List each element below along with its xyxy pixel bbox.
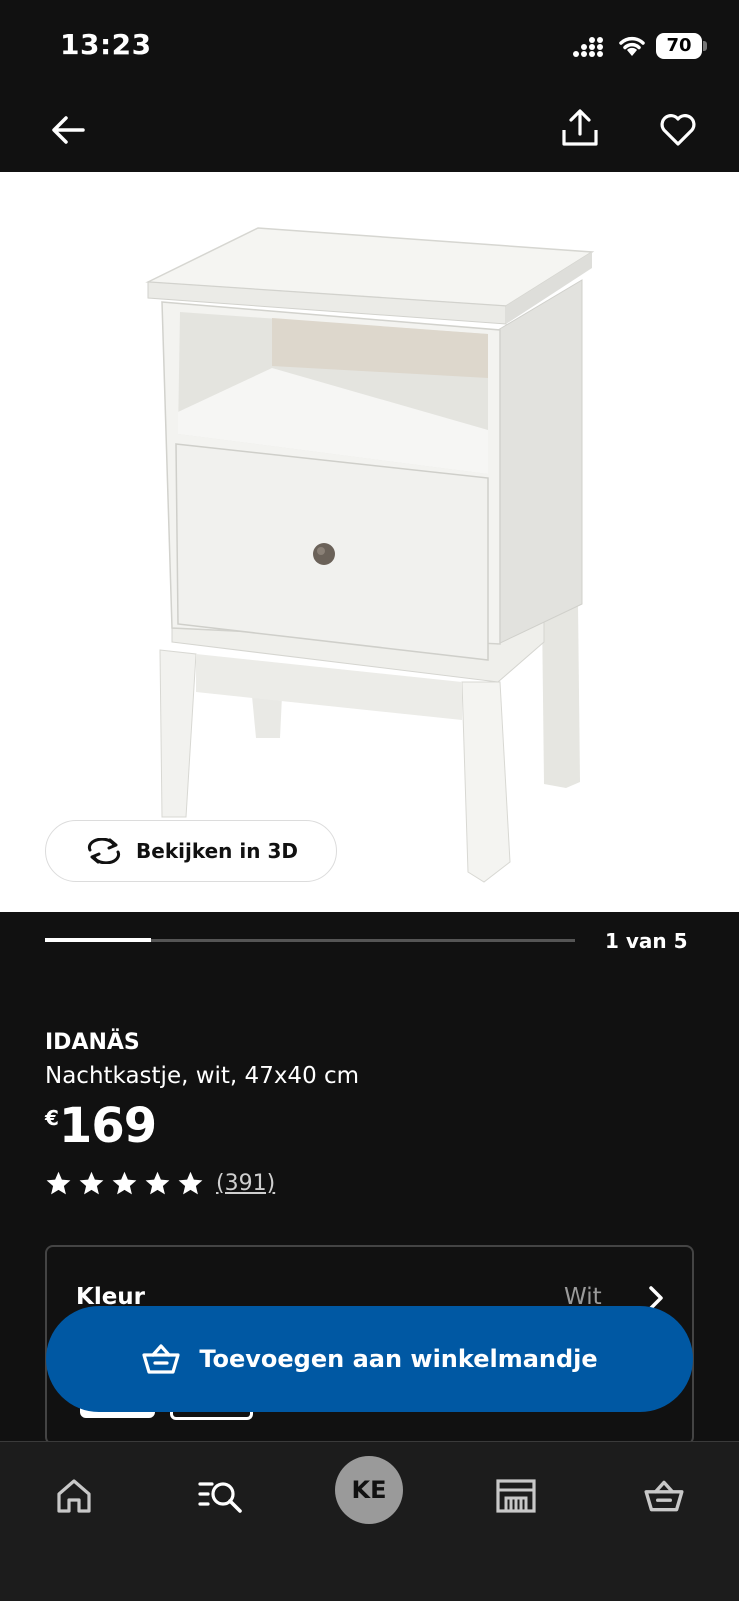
add-to-cart-button[interactable]: Toevoegen aan winkelmandje bbox=[46, 1306, 693, 1412]
share-button[interactable] bbox=[556, 104, 604, 152]
back-button[interactable] bbox=[44, 106, 92, 154]
share-icon bbox=[562, 109, 598, 146]
review-count-link[interactable]: (391) bbox=[216, 1171, 275, 1196]
back-arrow-icon bbox=[52, 116, 85, 144]
view-3d-label: Bekijken in 3D bbox=[136, 839, 298, 863]
product-rating[interactable]: (391) bbox=[45, 1170, 275, 1197]
heart-icon bbox=[660, 114, 696, 146]
tab-search[interactable] bbox=[192, 1466, 252, 1526]
signal-icon bbox=[573, 37, 603, 57]
star-icon bbox=[178, 1171, 203, 1195]
rotate-3d-icon bbox=[87, 838, 121, 864]
star-icon bbox=[145, 1171, 170, 1195]
search-list-icon bbox=[198, 1482, 242, 1513]
status-time: 13:23 bbox=[60, 28, 152, 61]
tab-cart[interactable] bbox=[634, 1466, 694, 1526]
battery-indicator: 70 bbox=[656, 33, 702, 59]
store-icon bbox=[496, 1479, 536, 1513]
battery-cap bbox=[703, 41, 707, 51]
wifi-icon bbox=[619, 36, 645, 56]
star-icon bbox=[46, 1171, 71, 1195]
nightstand-illustration bbox=[145, 227, 595, 883]
star-icon bbox=[79, 1171, 104, 1195]
gallery-page-counter: 1 van 5 bbox=[605, 929, 688, 953]
tab-profile-avatar[interactable]: KE bbox=[335, 1456, 403, 1524]
price-currency: € bbox=[45, 1106, 59, 1130]
price-value: 169 bbox=[58, 1098, 157, 1154]
rating-stars bbox=[45, 1170, 204, 1197]
add-to-cart-label: Toevoegen aan winkelmandje bbox=[199, 1345, 598, 1373]
cart-icon bbox=[644, 1480, 684, 1512]
favorite-button[interactable] bbox=[654, 106, 702, 154]
product-price: € 169 bbox=[45, 1098, 157, 1154]
gallery-progress-fill bbox=[45, 938, 151, 942]
tab-home[interactable] bbox=[44, 1466, 104, 1526]
view-3d-button[interactable]: Bekijken in 3D bbox=[45, 820, 337, 882]
home-icon bbox=[57, 1479, 91, 1513]
product-description: Nachtkastje, wit, 47x40 cm bbox=[45, 1063, 360, 1089]
product-image[interactable] bbox=[0, 172, 739, 912]
star-icon bbox=[112, 1171, 137, 1195]
tab-stores[interactable] bbox=[486, 1466, 546, 1526]
product-name: IDANÄS bbox=[45, 1030, 140, 1055]
basket-icon bbox=[142, 1344, 180, 1374]
